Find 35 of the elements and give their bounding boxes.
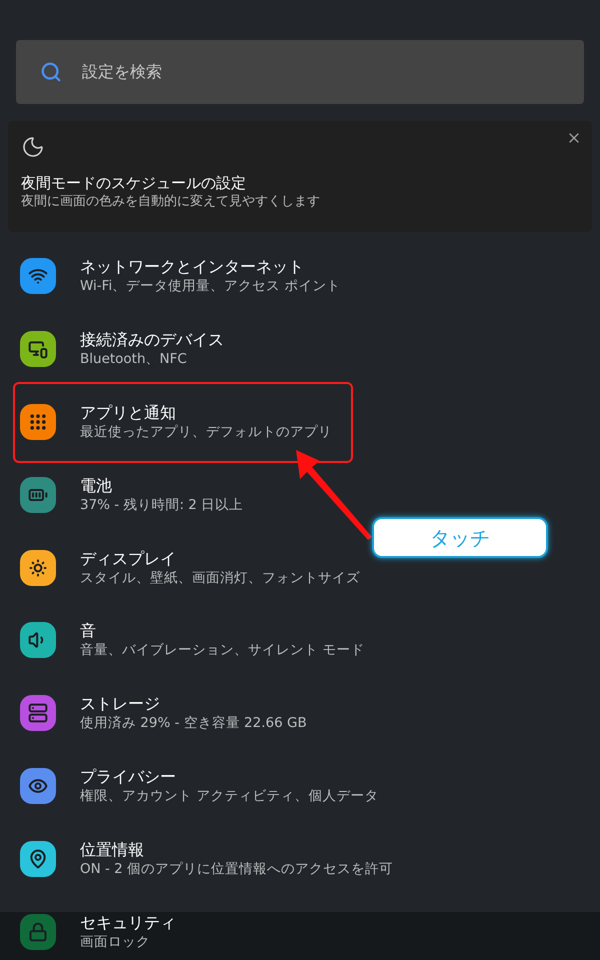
search-field[interactable]: 設定を検索	[82, 60, 560, 84]
item-title: ストレージ	[80, 693, 161, 714]
touch-callout: タッチ	[372, 517, 548, 558]
item-subtitle: 最近使ったアプリ、デフォルトのアプリ	[80, 422, 332, 442]
item-title: プライバシー	[80, 766, 177, 787]
lock-icon	[28, 922, 48, 942]
location-pin-icon	[28, 848, 48, 869]
item-subtitle: スタイル、壁紙、画面消灯、フォントサイズ	[80, 568, 360, 588]
storage-icon	[28, 703, 48, 724]
brightness-icon	[28, 558, 48, 578]
item-subtitle: 音量、バイブレーション、サイレント モード	[80, 641, 364, 660]
item-title: ネットワークとインターネット	[80, 256, 305, 278]
item-title: ディスプレイ	[80, 548, 177, 569]
suggestion-title: 夜間モードのスケジュールの設定	[21, 173, 247, 193]
item-title: 接続済みのデバイス	[80, 329, 224, 350]
item-subtitle: Bluetooth、NFC	[80, 350, 188, 370]
item-title: セキュリティ	[80, 912, 176, 933]
wifi-icon	[28, 266, 48, 286]
suggestion-card[interactable]: 夜間モードのスケジュールの設定 夜間に画面の色みを自動的に変えて見やすくします	[8, 121, 592, 232]
item-title: 位置情報	[80, 838, 145, 860]
grid-dots-icon	[28, 412, 48, 432]
moon-icon	[21, 135, 45, 159]
devices-icon	[28, 339, 48, 360]
search-bar[interactable]: 設定を検索	[16, 40, 584, 104]
item-subtitle: 37% - 残り時間: 2 日以上	[80, 496, 244, 515]
item-subtitle: 画面ロック	[80, 932, 151, 952]
item-title: 音	[80, 620, 97, 642]
item-title: アプリと通知	[80, 402, 177, 423]
item-title: 電池	[80, 474, 113, 496]
item-subtitle: 権限、アカウント アクティビティ、個人データ	[80, 786, 378, 806]
item-subtitle: ON - 2 個のアプリに位置情報へのアクセスを許可	[80, 860, 394, 879]
suggestion-subtitle: 夜間に画面の色みを自動的に変えて見やすくします	[21, 193, 321, 211]
item-subtitle: Wi-Fi、データ使用量、アクセス ポイント	[80, 277, 340, 296]
search-icon	[40, 61, 62, 83]
item-subtitle: 使用済み 29% - 空き容量 22.66 GB	[80, 714, 307, 734]
